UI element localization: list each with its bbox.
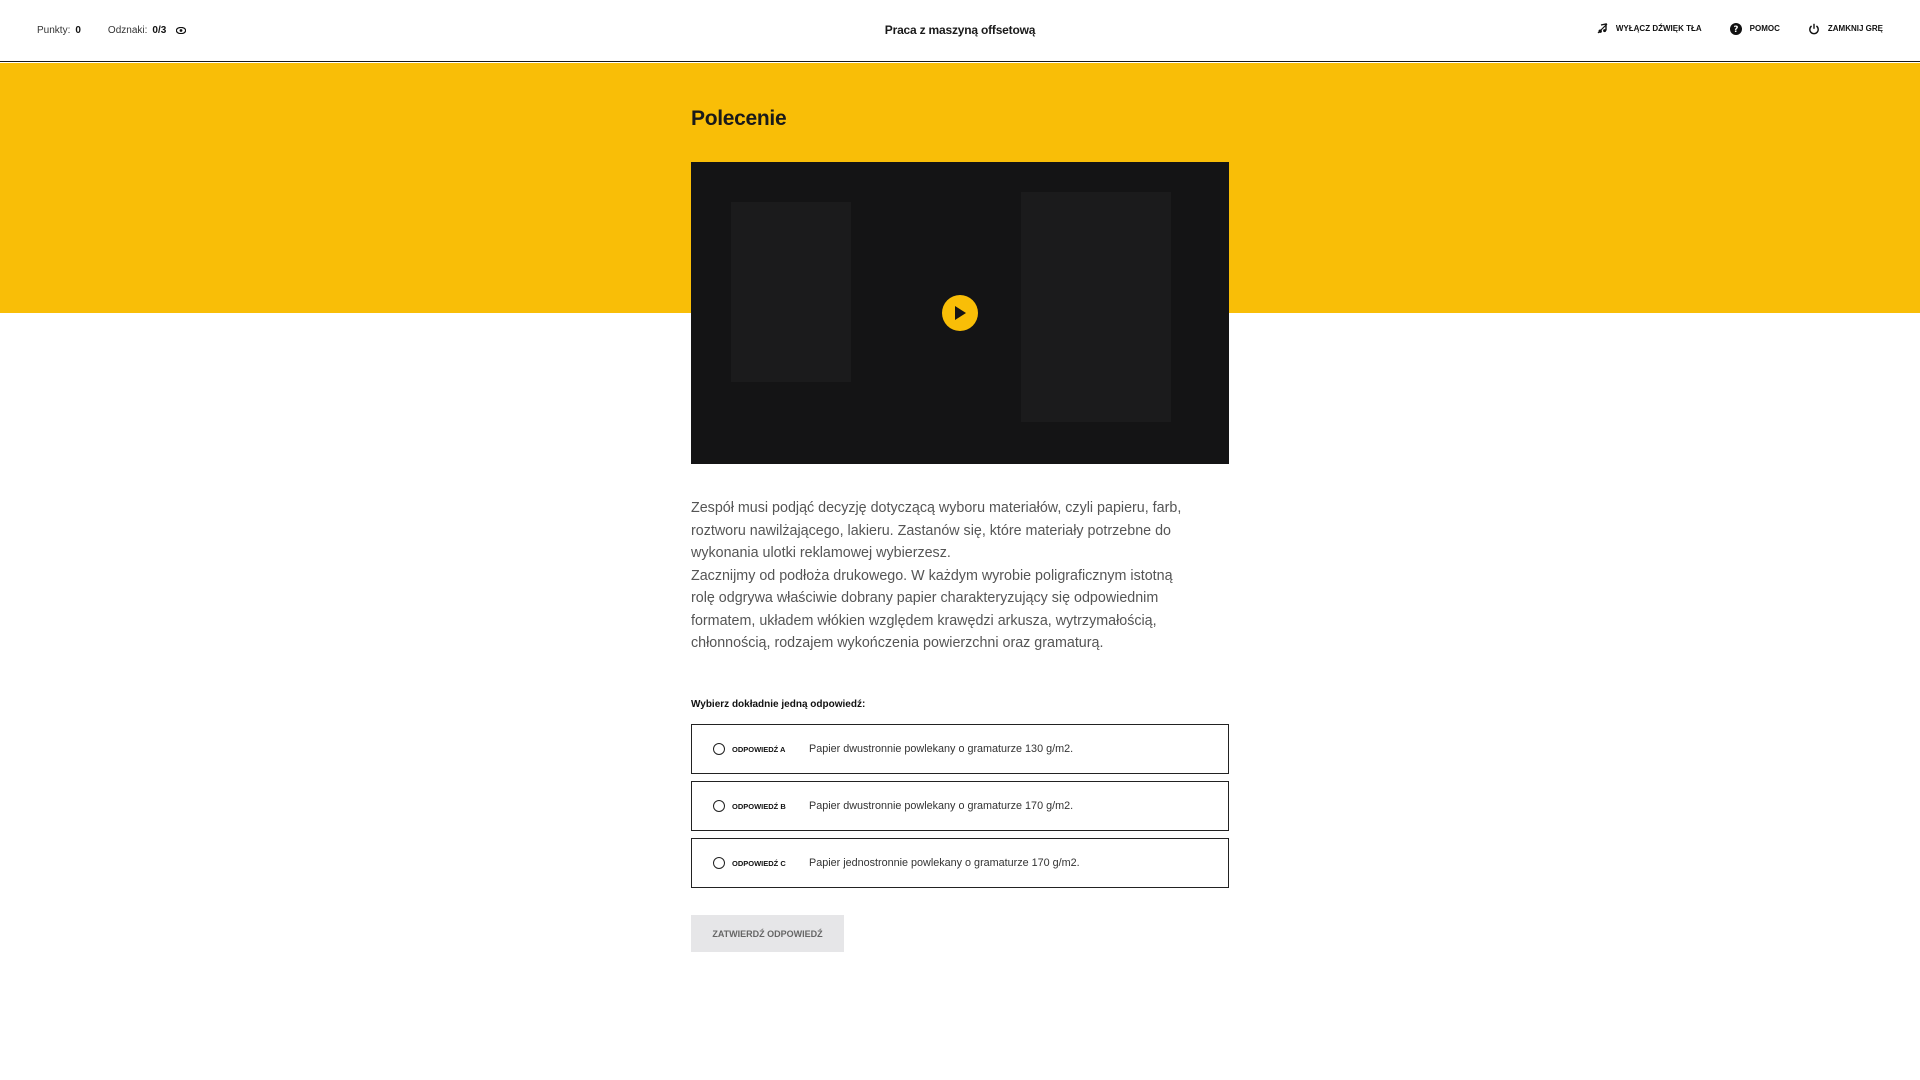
mute-background-sound-button[interactable]: WYŁĄCZ DŹWIĘK TŁA: [1596, 22, 1702, 35]
main-content: Polecenie Zespół musi podjąć decyzję dot…: [691, 63, 1229, 952]
video-frame-shape: [731, 202, 851, 382]
help-button[interactable]: ? POMOC: [1730, 22, 1780, 35]
music-mute-icon: [1596, 22, 1609, 35]
page-heading: Polecenie: [691, 107, 787, 130]
answer-list: ODPOWIEDŹ A Papier dwustronnie powlekany…: [691, 724, 1229, 895]
radio-icon[interactable]: [713, 857, 725, 869]
answer-text: Papier dwustronnie powlekany o gramaturz…: [809, 800, 1074, 812]
close-game-button[interactable]: ZAMKNIJ GRĘ: [1808, 22, 1883, 35]
svg-text:?: ?: [1734, 25, 1739, 35]
radio-icon[interactable]: [713, 743, 725, 755]
answer-tag: ODPOWIEDŹ B: [732, 801, 786, 811]
top-bar: Punkty: 0 Odznaki: 0/3 Praca z maszyną o…: [0, 0, 1920, 62]
power-icon: [1808, 22, 1821, 35]
question-prompt: Wybierz dokładnie jedną odpowiedź:: [691, 699, 866, 710]
description-paragraph: Zacznijmy od podłoża drukowego. W każdym…: [691, 567, 1173, 652]
answer-text: Papier dwustronnie powlekany o gramaturz…: [809, 743, 1074, 755]
mute-background-sound-label: WYŁĄCZ DŹWIĘK TŁA: [1615, 24, 1702, 33]
answer-tag: ODPOWIEDŹ C: [732, 858, 786, 868]
description-paragraph: Zespół musi podjąć decyzję dotyczącą wyb…: [691, 500, 1182, 561]
confirm-answer-button[interactable]: ZATWIERDŹ ODPOWIEDŹ: [691, 915, 844, 952]
answer-option-c[interactable]: ODPOWIEDŹ C Papier jednostronnie powleka…: [691, 838, 1229, 888]
help-icon: ?: [1730, 22, 1743, 35]
close-game-label: ZAMKNIJ GRĘ: [1827, 24, 1883, 33]
answer-option-a[interactable]: ODPOWIEDŹ A Papier dwustronnie powlekany…: [691, 724, 1229, 774]
answer-option-b[interactable]: ODPOWIEDŹ B Papier dwustronnie powlekany…: [691, 781, 1229, 831]
answer-text: Papier jednostronnie powlekany o gramatu…: [809, 857, 1080, 869]
header-actions: WYŁĄCZ DŹWIĘK TŁA ? POMOC ZAMKNIJ GRĘ: [1568, 22, 1883, 35]
play-icon[interactable]: [942, 295, 978, 331]
video-frame-shape: [1021, 192, 1171, 422]
answer-tag: ODPOWIEDŹ A: [732, 744, 786, 754]
video-player[interactable]: [691, 162, 1229, 464]
help-label: POMOC: [1749, 24, 1780, 33]
task-description: Zespół musi podjąć decyzję dotyczącą wyb…: [691, 497, 1191, 655]
radio-icon[interactable]: [713, 800, 725, 812]
